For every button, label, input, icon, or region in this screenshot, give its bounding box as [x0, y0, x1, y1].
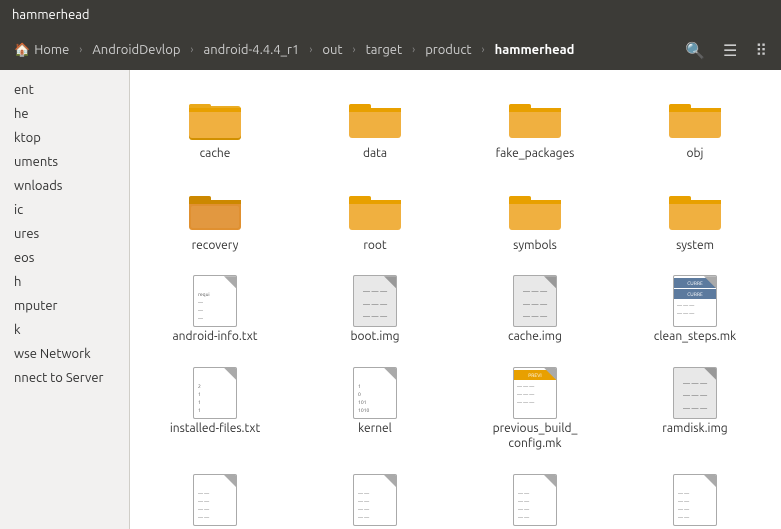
sidebar-item-7[interactable]: eos [0, 246, 129, 270]
img-icon-userdata: — —— —— —— — [667, 476, 723, 524]
file-item-recovery[interactable]: recovery [150, 178, 280, 260]
folder-icon-cache [187, 94, 243, 142]
main-layout: ent he ktop uments wnloads ic ures eos h… [0, 70, 781, 529]
sidebar-item-8[interactable]: h [0, 270, 129, 294]
file-item-symbols[interactable]: symbols [470, 178, 600, 260]
file-item-data[interactable]: data [310, 86, 440, 168]
nav-sep-4: › [353, 44, 356, 56]
file-label-system: system [676, 238, 714, 254]
file-item-root[interactable]: root [310, 178, 440, 260]
sidebar-item-2[interactable]: ktop [0, 126, 129, 150]
file-item-ramdisk-recovery[interactable]: — —— —— —— — ramdisk-recovery.img [150, 468, 280, 529]
nav-out[interactable]: out [314, 39, 350, 61]
file-item-system[interactable]: system [630, 178, 760, 260]
file-label-root: root [363, 238, 386, 254]
folder-icon-recovery [187, 186, 243, 234]
search-button[interactable]: 🔍 [677, 36, 713, 65]
mk-icon-clean-steps: CURRE CURRE — — —— — — [667, 277, 723, 325]
file-item-boot-img[interactable]: — — —— — —— — — boot.img [310, 269, 440, 351]
img-icon-ramdisk-recovery: — —— —— —— — [187, 476, 243, 524]
file-label-obj: obj [687, 146, 704, 162]
file-label-boot-img: boot.img [350, 329, 399, 345]
file-item-cache-img[interactable]: — — —— — —— — — cache.img [470, 269, 600, 351]
sidebar: ent he ktop uments wnloads ic ures eos h… [0, 70, 130, 529]
folder-icon-obj [667, 94, 723, 142]
navbar: 🏠 Home › AndroidDevlop › android-4.4.4_r… [0, 30, 781, 70]
file-label-recovery: recovery [192, 238, 239, 254]
folder-icon-symbols [507, 186, 563, 234]
img-icon-ramdisk: — — —— — —— — — [667, 369, 723, 417]
menu-button[interactable]: ☰ [715, 36, 745, 65]
file-item-ramdisk[interactable]: — — —— — —— — — ramdisk.img [630, 361, 760, 458]
file-item-system-img[interactable]: — —— —— —— — system.img [470, 468, 600, 529]
grid-button[interactable]: ⠿ [747, 36, 775, 65]
file-item-android-info[interactable]: requi——— android-info.txt [150, 269, 280, 351]
file-item-clean-steps[interactable]: CURRE CURRE — — —— — — clean_steps.mk [630, 269, 760, 351]
file-area: cache data [130, 70, 781, 529]
file-label-prev-build: previous_build_config.mk [493, 421, 578, 452]
txt-icon-installed-files: 2111 [187, 369, 243, 417]
img-icon-system: — —— —— —— — [507, 476, 563, 524]
txt-icon-android-info: requi——— [187, 277, 243, 325]
nav-sep-2: › [190, 44, 193, 56]
folder-icon-data [347, 94, 403, 142]
sidebar-item-6[interactable]: ures [0, 222, 129, 246]
file-label-kernel: kernel [358, 421, 392, 437]
file-item-cache[interactable]: cache [150, 86, 280, 168]
window-title: hammerhead [12, 8, 90, 22]
sidebar-item-10[interactable]: k [0, 318, 129, 342]
file-label-ramdisk: ramdisk.img [662, 421, 727, 437]
home-icon: 🏠 [14, 43, 30, 58]
file-label-cache-img: cache.img [508, 329, 562, 345]
file-label-android-info: android-info.txt [173, 329, 258, 345]
file-item-userdata[interactable]: — —— —— —— — userdata.img [630, 468, 760, 529]
folder-icon-system [667, 186, 723, 234]
file-label-installed-files: installed-files.txt [170, 421, 260, 437]
img-icon-cache: — — —— — —— — — [507, 277, 563, 325]
nav-target[interactable]: target [358, 39, 410, 61]
sidebar-item-9[interactable]: mputer [0, 294, 129, 318]
file-item-fake-packages[interactable]: fake_packages [470, 86, 600, 168]
file-label-symbols: symbols [513, 238, 557, 254]
sidebar-item-12[interactable]: nnect to Server [0, 366, 129, 390]
nav-sep-3: › [309, 44, 312, 56]
file-label-fake-packages: fake_packages [496, 146, 575, 162]
sidebar-item-1[interactable]: he [0, 102, 129, 126]
nav-android-version[interactable]: android-4.4.4_r1 [196, 39, 308, 61]
nav-androiddevlop[interactable]: AndroidDevlop [84, 39, 188, 61]
img-icon-recovery: — —— —— —— — [347, 476, 403, 524]
nav-hammerhead[interactable]: hammerhead [487, 39, 583, 61]
sidebar-item-11[interactable]: wse Network [0, 342, 129, 366]
sidebar-item-0[interactable]: ent [0, 78, 129, 102]
nav-sep-6: › [482, 44, 485, 56]
prev-icon-build: PREVI — — —— — —— — — [507, 369, 563, 417]
folder-icon-fake-packages [507, 94, 563, 142]
sidebar-item-3[interactable]: uments [0, 150, 129, 174]
file-item-recovery-img[interactable]: — —— —— —— — recovery.img [310, 468, 440, 529]
nav-home[interactable]: 🏠 Home [6, 39, 77, 62]
file-item-prev-build[interactable]: PREVI — — —— — —— — — previous_build_con… [470, 361, 600, 458]
sidebar-item-5[interactable]: ic [0, 198, 129, 222]
txt-icon-kernel: 101011010 [347, 369, 403, 417]
sidebar-item-4[interactable]: wnloads [0, 174, 129, 198]
nav-product[interactable]: product [417, 39, 479, 61]
file-label-data: data [363, 146, 387, 162]
file-label-cache: cache [200, 146, 231, 162]
img-icon-boot: — — —— — —— — — [347, 277, 403, 325]
file-grid: cache data [150, 86, 761, 529]
nav-sep-1: › [79, 44, 82, 56]
file-item-installed-files[interactable]: 2111 installed-files.txt [150, 361, 280, 458]
file-label-clean-steps: clean_steps.mk [654, 329, 736, 345]
titlebar: hammerhead [0, 0, 781, 30]
file-item-obj[interactable]: obj [630, 86, 760, 168]
nav-home-label: Home [34, 43, 69, 57]
file-item-kernel[interactable]: 101011010 kernel [310, 361, 440, 458]
nav-sep-5: › [412, 44, 415, 56]
folder-icon-root [347, 186, 403, 234]
